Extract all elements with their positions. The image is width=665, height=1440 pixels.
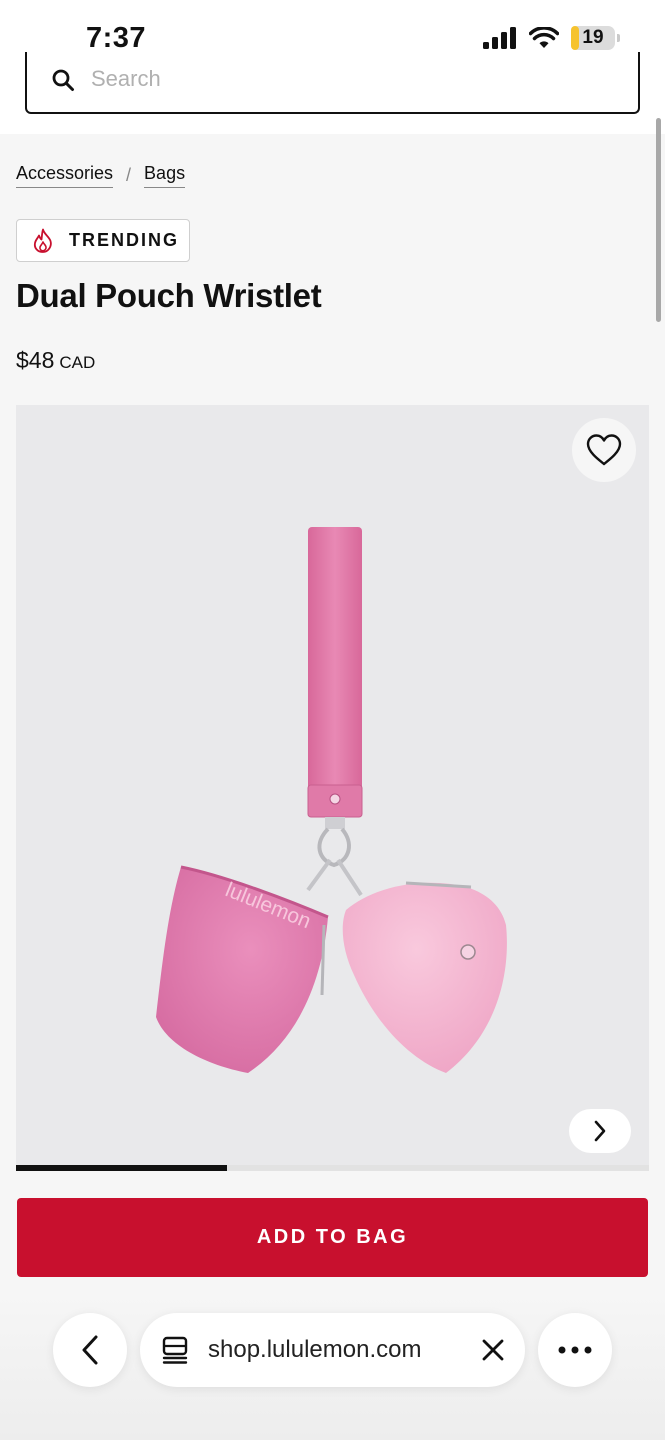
product-image[interactable]: lululemon	[16, 405, 649, 1170]
search-input[interactable]: Search	[25, 52, 640, 114]
url-text: shop.lululemon.com	[208, 1336, 422, 1363]
breadcrumb-bags[interactable]: Bags	[144, 163, 186, 188]
price-amount: $48	[16, 347, 55, 373]
carousel-next-button[interactable]	[569, 1109, 631, 1153]
flame-icon	[33, 228, 52, 253]
add-to-bag-button[interactable]: ADD TO BAG	[17, 1198, 648, 1277]
search-icon	[52, 69, 74, 91]
price-currency: CAD	[59, 353, 96, 372]
tabs-icon[interactable]	[162, 1336, 188, 1364]
heart-icon	[586, 434, 622, 466]
more-button[interactable]	[538, 1313, 612, 1387]
address-bar[interactable]: shop.lululemon.com	[140, 1313, 525, 1387]
wristlet-illustration: lululemon	[156, 527, 507, 1073]
back-button[interactable]	[53, 1313, 127, 1387]
wifi-icon	[529, 27, 559, 48]
carousel-progress-bar	[16, 1165, 227, 1171]
search-placeholder: Search	[91, 66, 161, 91]
trending-label: TRENDING	[69, 230, 179, 250]
breadcrumb-accessories[interactable]: Accessories	[16, 163, 114, 188]
battery-indicator: 19	[571, 26, 620, 50]
cellular-signal-icon	[483, 27, 516, 49]
chevron-right-icon	[594, 1120, 606, 1142]
status-icons: 19	[483, 26, 620, 50]
carousel-progress-track	[16, 1165, 649, 1171]
search-bar: Search	[0, 52, 665, 134]
wishlist-button[interactable]	[572, 418, 636, 482]
more-icon	[558, 1346, 592, 1354]
breadcrumb-separator: /	[126, 165, 132, 185]
battery-level: 19	[582, 27, 604, 48]
scroll-indicator	[656, 118, 661, 322]
status-time: 7:37	[86, 22, 147, 54]
product-price: $48 CAD	[16, 347, 95, 374]
back-icon	[82, 1335, 98, 1365]
breadcrumb: Accessories / Bags	[16, 163, 186, 188]
close-icon[interactable]	[481, 1338, 505, 1362]
product-title: Dual Pouch Wristlet	[16, 277, 322, 314]
trending-badge: TRENDING	[16, 219, 190, 262]
battery-nub	[617, 34, 620, 42]
